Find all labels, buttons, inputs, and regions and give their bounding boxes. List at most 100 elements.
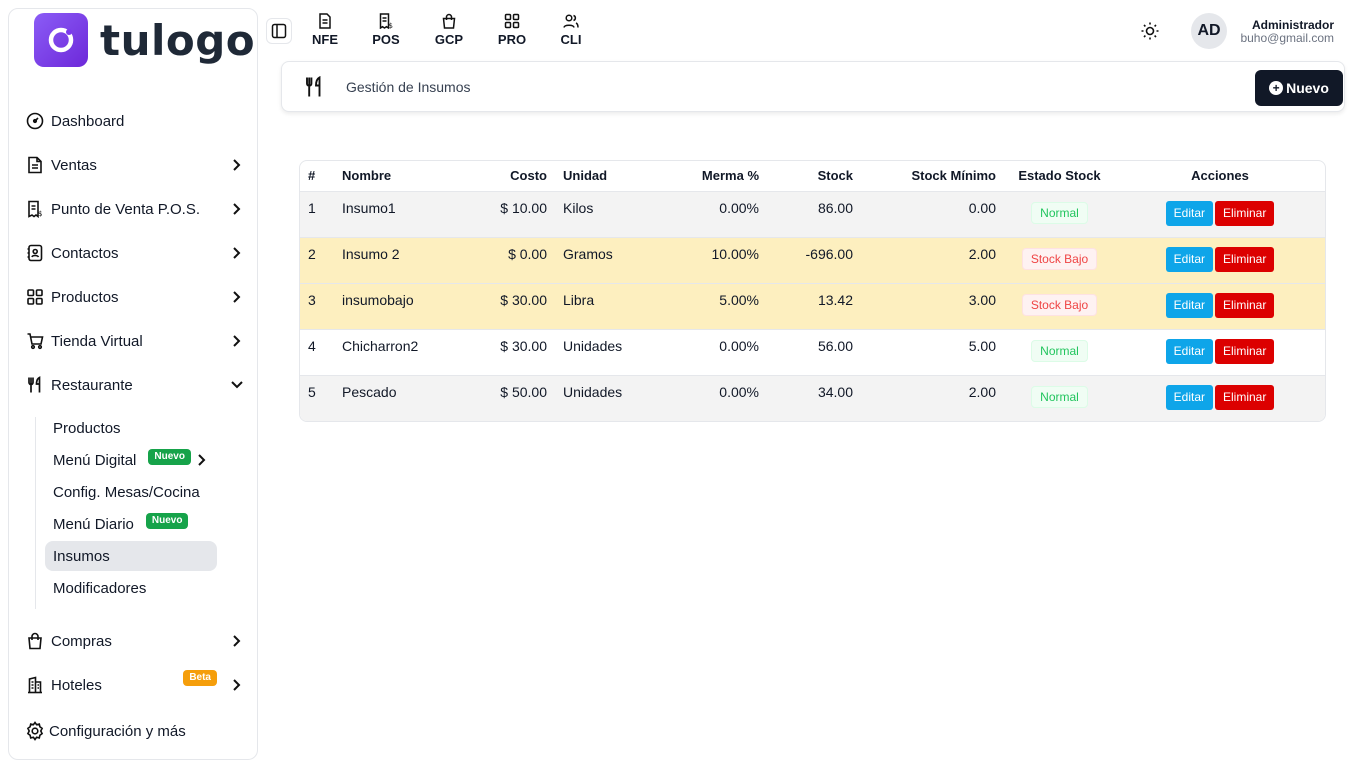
edit-button[interactable]: Editar	[1165, 384, 1213, 410]
sidebar-subitem-label: Menú Diario	[53, 515, 134, 533]
gauge-icon	[25, 111, 45, 131]
cell-unidad: Unidades	[563, 337, 623, 354]
cell-stock: -696.00	[805, 245, 853, 262]
chevron-right-icon	[197, 454, 207, 466]
module-pro[interactable]: PRO	[492, 12, 532, 50]
sidebar-subitem-menu-diario[interactable]: Menú Diario Nuevo	[45, 509, 217, 539]
logo-icon	[34, 13, 88, 67]
new-badge: Nuevo	[148, 449, 191, 465]
receipt-icon: $	[377, 12, 395, 30]
status-badge: Normal	[1031, 201, 1088, 224]
sidebar-item-ventas[interactable]: Ventas	[25, 149, 251, 181]
sidebar-item-contactos[interactable]: Contactos	[25, 237, 251, 269]
sidebar-subitem-productos[interactable]: Productos	[45, 413, 217, 443]
delete-button[interactable]: Eliminar	[1215, 338, 1275, 364]
sidebar-item-configuracion[interactable]: Configuración y más	[25, 715, 251, 747]
chevron-right-icon	[229, 245, 245, 261]
edit-button[interactable]: Editar	[1165, 292, 1213, 318]
module-nfe[interactable]: NFE	[305, 12, 345, 50]
sidebar-item-hoteles[interactable]: Hoteles Beta	[25, 669, 251, 701]
cell-stock-minimo: 0.00	[968, 199, 996, 216]
sidebar-item-productos[interactable]: Productos	[25, 281, 251, 313]
file-text-icon	[316, 12, 334, 30]
delete-button[interactable]: Eliminar	[1215, 292, 1275, 318]
sidebar-item-restaurante[interactable]: Restaurante	[25, 369, 251, 401]
sidebar-item-tienda-virtual[interactable]: Tienda Virtual	[25, 325, 251, 357]
panel-left-icon	[271, 23, 287, 39]
brand-logo[interactable]: tulogo	[34, 13, 255, 67]
status-badge: Stock Bajo	[1021, 247, 1098, 270]
cell-stock: 56.00	[817, 337, 853, 354]
sidebar-subitem-label: Menú Digital	[53, 451, 137, 469]
chevron-right-icon	[229, 157, 245, 173]
delete-button[interactable]: Eliminar	[1215, 200, 1275, 226]
new-button[interactable]: + Nuevo	[1255, 70, 1343, 106]
column-header[interactable]: Nombre	[334, 161, 459, 191]
receipt-icon: $	[25, 199, 45, 219]
avatar[interactable]: AD	[1191, 13, 1227, 49]
cell-stock-minimo: 5.00	[968, 337, 996, 354]
shopping-bag-icon	[440, 12, 458, 30]
cell-stock: 34.00	[817, 383, 853, 400]
contacts-icon	[25, 243, 45, 263]
sidebar-subitem-menu-digital[interactable]: Menú Digital Nuevo	[45, 445, 217, 475]
cell-index: 2	[308, 245, 316, 262]
table-header-row: # Nombre Costo Unidad Merma % Stock Stoc…	[300, 161, 1325, 191]
chevron-right-icon	[229, 333, 245, 349]
sidebar: tulogo Dashboard Ventas $ Punto de Venta…	[8, 8, 258, 760]
page-header: Gestión de Insumos + Nuevo	[281, 61, 1345, 112]
cell-stock-minimo: 2.00	[968, 245, 996, 262]
chevron-right-icon	[229, 633, 245, 649]
status-badge: Stock Bajo	[1021, 293, 1098, 316]
sidebar-item-label: Productos	[51, 288, 119, 306]
column-header[interactable]: Unidad	[555, 161, 651, 191]
users-icon	[562, 12, 580, 30]
cell-unidad: Gramos	[563, 245, 613, 262]
sidebar-subitem-modificadores[interactable]: Modificadores	[45, 573, 217, 603]
sun-icon	[1139, 20, 1161, 42]
column-header[interactable]: Merma %	[651, 161, 767, 191]
sidebar-subitem-insumos[interactable]: Insumos	[45, 541, 217, 571]
cell-stock-minimo: 2.00	[968, 383, 996, 400]
sidebar-item-dashboard[interactable]: Dashboard	[25, 105, 251, 137]
edit-button[interactable]: Editar	[1165, 200, 1213, 226]
table-row: 5 Pescado $ 50.00 Unidades 0.00% 34.00 2…	[300, 375, 1325, 421]
delete-button[interactable]: Eliminar	[1215, 384, 1275, 410]
edit-button[interactable]: Editar	[1165, 246, 1213, 272]
cell-costo: $ 30.00	[500, 291, 547, 308]
sidebar-item-label: Hoteles	[51, 676, 102, 694]
cell-merma: 5.00%	[719, 291, 759, 308]
sidebar-subitem-config-mesas[interactable]: Config. Mesas/Cocina	[45, 477, 217, 507]
cell-stock: 13.42	[817, 291, 853, 308]
beta-badge: Beta	[183, 670, 217, 686]
cell-nombre: Insumo1	[342, 199, 396, 216]
status-badge: Normal	[1031, 385, 1088, 408]
insumos-table: # Nombre Costo Unidad Merma % Stock Stoc…	[299, 160, 1326, 422]
chevron-right-icon	[229, 201, 245, 217]
column-header[interactable]: Stock	[767, 161, 861, 191]
cell-costo: $ 10.00	[500, 199, 547, 216]
brand-name: tulogo	[100, 15, 256, 65]
column-header[interactable]: Costo	[459, 161, 555, 191]
sidebar-item-compras[interactable]: Compras	[25, 625, 251, 657]
sidebar-subitem-label: Config. Mesas/Cocina	[53, 483, 200, 501]
page-title: Gestión de Insumos	[346, 79, 471, 95]
theme-toggle-button[interactable]	[1139, 20, 1161, 42]
module-pos[interactable]: $ POS	[366, 12, 406, 50]
delete-button[interactable]: Eliminar	[1215, 246, 1275, 272]
cell-stock-minimo: 3.00	[968, 291, 996, 308]
sidebar-item-pos[interactable]: $ Punto de Venta P.O.S.	[25, 193, 251, 225]
status-badge: Normal	[1031, 339, 1088, 362]
column-header[interactable]: Stock Mínimo	[861, 161, 1004, 191]
cell-unidad: Kilos	[563, 199, 594, 216]
module-gcp[interactable]: GCP	[429, 12, 469, 50]
cell-costo: $ 30.00	[500, 337, 547, 354]
sidebar-item-label: Compras	[51, 632, 112, 650]
edit-button[interactable]: Editar	[1165, 338, 1213, 364]
shopping-bag-icon	[25, 631, 45, 651]
sidebar-toggle-button[interactable]	[266, 18, 292, 44]
gear-icon	[25, 721, 45, 741]
submenu-divider	[35, 417, 36, 609]
module-cli[interactable]: CLI	[551, 12, 591, 50]
sidebar-item-label: Tienda Virtual	[51, 332, 143, 350]
